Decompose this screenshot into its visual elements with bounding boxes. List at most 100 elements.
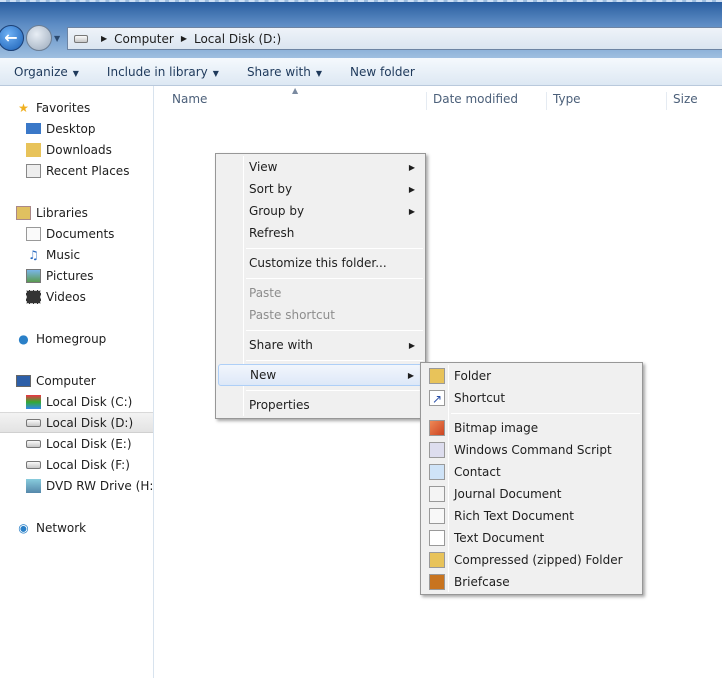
column-size[interactable]: Size [666, 92, 722, 110]
breadcrumb-arrow[interactable]: ▶ [181, 34, 187, 43]
menu-item-view[interactable]: View ▶ [218, 156, 423, 178]
menu-item-paste[interactable]: Paste [218, 282, 423, 304]
column-type[interactable]: Type [546, 92, 666, 110]
system-drive-icon [26, 394, 41, 409]
breadcrumb-computer[interactable]: Computer [114, 32, 174, 46]
nav-dvd-drive-h[interactable]: DVD RW Drive (H:) G [0, 475, 153, 496]
star-icon: ★ [18, 100, 29, 115]
share-with-button[interactable]: Share with ▼ [233, 65, 336, 79]
address-bar[interactable]: ▶ Computer ▶ Local Disk (D:) [67, 27, 722, 50]
downloads-folder-icon [26, 142, 41, 157]
nav-local-disk-e[interactable]: Local Disk (E:) [0, 433, 153, 454]
context-menu: View ▶ Sort by ▶ Group by ▶ Refresh Customize t… [215, 153, 426, 419]
menu-separator [451, 413, 640, 414]
menu-item-properties[interactable]: Properties [218, 394, 423, 416]
menu-item-label: Sort by [249, 182, 293, 196]
new-item-folder[interactable]: Folder [423, 365, 640, 387]
zip-folder-icon [429, 552, 445, 568]
contact-icon [429, 464, 445, 480]
menu-item-label: Contact [454, 465, 501, 479]
briefcase-icon [429, 574, 445, 590]
menu-item-label: Shortcut [454, 391, 506, 405]
new-item-text-document[interactable]: Text Document [423, 527, 640, 549]
nav-local-disk-f[interactable]: Local Disk (F:) [0, 454, 153, 475]
nav-pictures[interactable]: Pictures [0, 265, 153, 286]
nav-desktop[interactable]: Desktop [0, 118, 153, 139]
menu-separator [246, 278, 423, 279]
menu-item-share-with[interactable]: Share with ▶ [218, 334, 423, 356]
nav-music[interactable]: ♫ Music [0, 244, 153, 265]
bitmap-icon [429, 420, 445, 436]
new-item-contact[interactable]: Contact [423, 461, 640, 483]
journal-icon [429, 486, 445, 502]
menu-separator [246, 248, 423, 249]
organize-button[interactable]: Organize ▼ [0, 65, 93, 79]
new-item-rich-text-document[interactable]: Rich Text Document [423, 505, 640, 527]
submenu-arrow-icon: ▶ [408, 340, 415, 350]
nav-network[interactable]: ◉ Network [0, 517, 153, 538]
submenu-arrow-icon: ▶ [407, 370, 414, 380]
dvd-drive-icon [26, 478, 41, 493]
menu-item-label: Rich Text Document [454, 509, 574, 523]
menu-separator [246, 360, 423, 361]
nav-videos[interactable]: Videos [0, 286, 153, 307]
rtf-icon [429, 508, 445, 524]
drive-icon [26, 439, 41, 448]
nav-favorites[interactable]: ★ Favorites [0, 97, 153, 118]
new-folder-button[interactable]: New folder [336, 65, 429, 79]
menu-item-refresh[interactable]: Refresh [218, 222, 423, 244]
drive-icon [74, 34, 88, 43]
menu-item-paste-shortcut[interactable]: Paste shortcut [218, 304, 423, 326]
breadcrumb-arrow[interactable]: ▶ [101, 34, 107, 43]
nav-documents[interactable]: Documents [0, 223, 153, 244]
music-icon: ♫ [28, 247, 39, 262]
column-date-modified[interactable]: Date modified [426, 92, 546, 110]
network-icon: ◉ [18, 520, 29, 535]
new-item-shortcut[interactable]: ↗ Shortcut [423, 387, 640, 409]
submenu-arrow-icon: ▶ [408, 162, 415, 172]
navigation-pane: ★ Favorites Desktop Downloads Recent Plac… [0, 86, 154, 678]
shortcut-icon: ↗ [429, 390, 445, 406]
breadcrumb-local-disk-d[interactable]: Local Disk (D:) [194, 32, 281, 46]
menu-item-label: Windows Command Script [454, 443, 612, 457]
new-item-windows-command-script[interactable]: Windows Command Script [423, 439, 640, 461]
forward-button[interactable] [26, 25, 52, 51]
documents-icon [26, 226, 41, 241]
menu-item-label: Bitmap image [454, 421, 539, 435]
include-in-library-button[interactable]: Include in library ▼ [93, 65, 233, 79]
menu-item-label: Text Document [454, 531, 545, 545]
menu-item-label: Journal Document [454, 487, 562, 501]
recent-pages-dropdown[interactable]: ▼ [54, 34, 60, 43]
nav-homegroup[interactable]: ● Homegroup [0, 328, 153, 349]
menu-item-new[interactable]: New ▶ [218, 364, 423, 386]
submenu-arrow-icon: ▶ [408, 206, 415, 216]
column-name[interactable]: Name [166, 92, 426, 110]
nav-recent-places[interactable]: Recent Places [0, 160, 153, 181]
nav-local-disk-c[interactable]: Local Disk (C:) [0, 391, 153, 412]
nav-libraries[interactable]: Libraries [0, 202, 153, 223]
menu-item-label: Refresh [249, 226, 295, 240]
nav-local-disk-d[interactable]: Local Disk (D:) [0, 412, 153, 433]
menu-item-group-by[interactable]: Group by ▶ [218, 200, 423, 222]
menu-item-sort-by[interactable]: Sort by ▶ [218, 178, 423, 200]
menu-item-label: View [249, 160, 278, 174]
menu-item-customize-this-folder[interactable]: Customize this folder... [218, 252, 423, 274]
menu-item-label: Customize this folder... [249, 256, 387, 270]
new-item-bitmap-image[interactable]: Bitmap image [423, 417, 640, 439]
computer-icon [16, 374, 31, 387]
new-item-journal-document[interactable]: Journal Document [423, 483, 640, 505]
menu-item-label: Share with [249, 338, 313, 352]
folder-icon [429, 368, 445, 384]
menu-item-label: Briefcase [454, 575, 510, 589]
homegroup-icon: ● [18, 331, 29, 346]
nav-computer[interactable]: Computer [0, 370, 153, 391]
videos-icon [26, 289, 41, 304]
nav-downloads[interactable]: Downloads [0, 139, 153, 160]
new-item-briefcase[interactable]: Briefcase [423, 571, 640, 593]
drive-icon [26, 460, 41, 469]
drive-icon [26, 418, 41, 427]
menu-item-label: Compressed (zipped) Folder [454, 553, 623, 567]
menu-separator [246, 390, 423, 391]
new-item-compressed-zipped-folder[interactable]: Compressed (zipped) Folder [423, 549, 640, 571]
new-submenu: Folder ↗ Shortcut Bitmap image Windows Comma… [420, 362, 643, 595]
